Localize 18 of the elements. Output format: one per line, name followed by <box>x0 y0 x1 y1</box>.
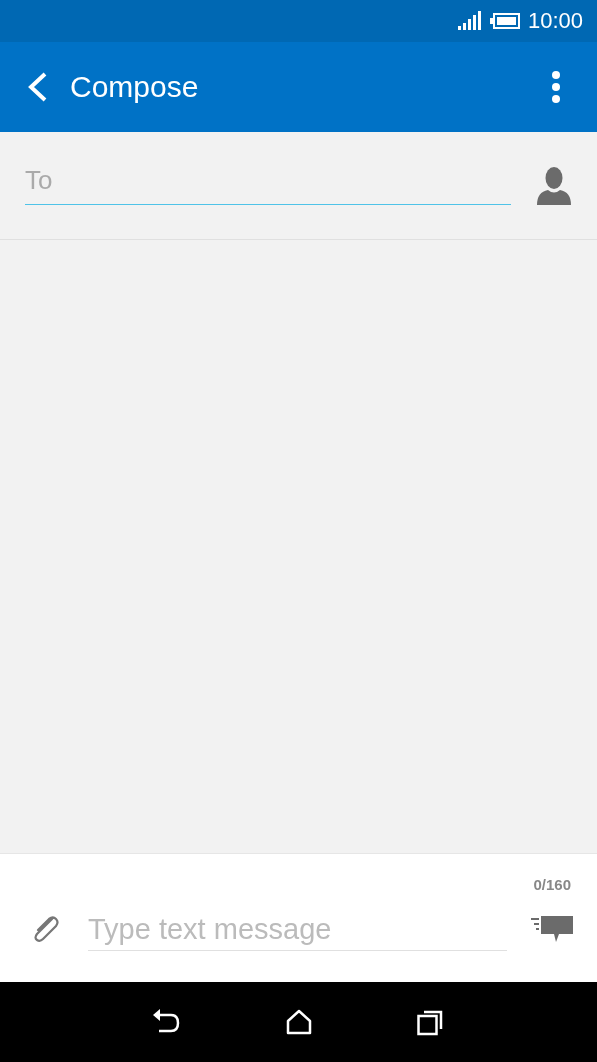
back-icon <box>26 71 48 103</box>
clock: 10:00 <box>527 8 583 34</box>
back-nav-button[interactable] <box>152 1009 181 1035</box>
battery-icon <box>489 13 520 29</box>
back-arrow-icon <box>152 1009 181 1035</box>
home-icon <box>286 1009 312 1035</box>
recents-button[interactable] <box>417 1008 445 1036</box>
recipient-field[interactable]: To <box>25 160 511 205</box>
recents-icon <box>417 1008 445 1036</box>
screen-title: Compose <box>70 70 200 104</box>
signal-icon <box>457 11 482 31</box>
character-counter: 0/160 <box>533 876 571 893</box>
menu-button[interactable] <box>551 70 561 104</box>
send-icon[interactable] <box>531 915 573 943</box>
more-icon <box>551 70 561 104</box>
back-button[interactable] <box>26 71 48 103</box>
contact-icon[interactable] <box>537 166 571 205</box>
home-button[interactable] <box>286 1009 312 1035</box>
